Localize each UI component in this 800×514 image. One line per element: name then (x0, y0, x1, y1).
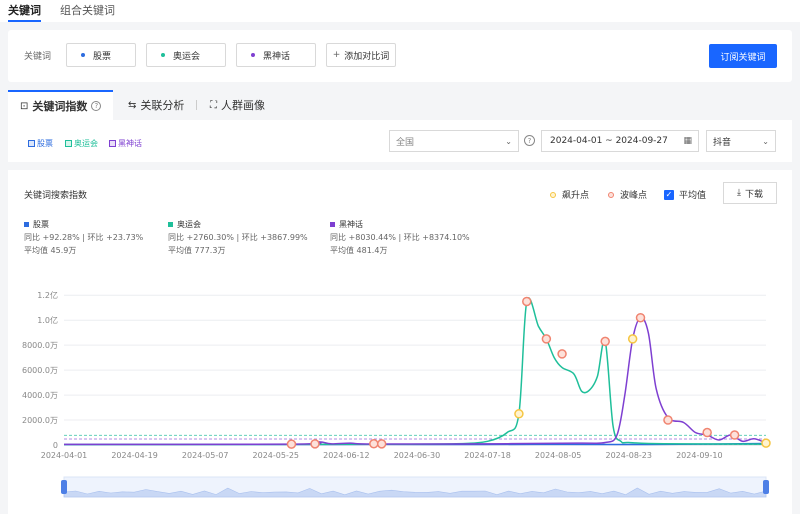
x-tick-label: 2024-08-23 (605, 451, 652, 460)
y-tick-label: 8000.0万 (22, 341, 58, 350)
y-tick-label: 6000.0万 (22, 366, 58, 375)
tab-relation-analysis[interactable]: ⇆ 关联分析 (128, 90, 184, 120)
keyword-chip-blackmyth[interactable]: 黑神话 (236, 43, 316, 67)
peak-point (663, 415, 673, 425)
x-tick-label: 2024-05-07 (182, 451, 229, 460)
legend-blackmyth[interactable]: 黑神话 (109, 138, 142, 149)
relation-icon: ⇆ (128, 99, 137, 111)
x-tick-label: 2024-05-25 (253, 451, 300, 460)
x-tick-label: 2024-04-01 (41, 451, 88, 460)
tab-divider (196, 100, 197, 110)
tab-audience-portrait[interactable]: ⛶ 人群画像 (210, 90, 265, 120)
chart-icon: ⊡ (20, 100, 29, 112)
search-index-line-chart: 0 2000.0万 4000.0万 6000.0万 8000.0万 1.0亿 1.2亿 202… (22, 290, 771, 498)
legend-olympics[interactable]: 奥运会 (65, 138, 98, 149)
legend-square-icon (109, 140, 116, 147)
region-value: 全国 (396, 137, 415, 148)
subscribe-keyword-button[interactable]: 订阅关键词 (709, 44, 777, 68)
analysis-tabs: ⊡ 关键词指数 ? ⇆ 关联分析 ⛶ 人群画像 (8, 90, 792, 120)
tab-label: 关联分析 (140, 99, 185, 112)
index-panel: ⊡ 关键词指数 ? ⇆ 关联分析 ⛶ 人群画像 股票 奥运会 黑神话 全国 ⌄ … (8, 90, 792, 162)
peak-point (286, 439, 297, 449)
tab-keyword[interactable]: 关键词 (8, 2, 41, 22)
question-icon[interactable]: ? (524, 135, 535, 146)
y-tick-label: 4000.0万 (22, 391, 58, 400)
legend-label: 黑神话 (118, 139, 142, 148)
chip-dot-icon (251, 53, 255, 57)
legend-square-icon (65, 140, 72, 147)
y-tick-label: 2000.0万 (22, 416, 58, 425)
peak-point (600, 336, 610, 347)
x-tick-label: 2024-08-05 (535, 451, 582, 460)
legend-square-icon (28, 140, 35, 147)
date-range-value: 2024-04-01 ~ 2024-09-27 (550, 136, 668, 146)
peak-point (635, 312, 646, 323)
peak-point (702, 427, 712, 438)
peak-point (376, 439, 387, 449)
peak-point (369, 439, 379, 449)
calendar-icon: ▦ (683, 136, 692, 146)
tab-label: 关键词指数 (32, 100, 88, 113)
legend-stock[interactable]: 股票 (28, 138, 53, 149)
tab-label: 人群画像 (221, 99, 265, 112)
peak-point (522, 296, 532, 307)
add-compare-label: 添加对比词 (344, 51, 390, 62)
keyword-chip-olympics[interactable]: 奥运会 (146, 43, 226, 67)
y-tick-label: 0 (53, 441, 58, 450)
surge-point (627, 334, 638, 344)
keyword-chip-stock[interactable]: 股票 (66, 43, 136, 67)
chip-label: 股票 (93, 51, 112, 62)
chip-label: 黑神话 (263, 51, 291, 62)
add-compare-keyword-button[interactable]: + 添加对比词 (326, 43, 396, 67)
peak-point (541, 334, 552, 344)
platform-value: 抖音 (713, 137, 732, 148)
chip-dot-icon (161, 53, 165, 57)
tab-combined-keyword[interactable]: 组合关键词 (60, 2, 115, 18)
surge-point (761, 438, 771, 448)
y-tick-label: 1.0亿 (37, 315, 58, 325)
chevron-down-icon: ⌄ (505, 136, 512, 146)
peak-point (729, 430, 740, 440)
search-index-chart-card: 关键词搜索指数 飙升点 波峰点 ✓ 平均值 ⤓ 下载 股票 同比 +92.28%… (8, 170, 792, 514)
x-tick-label: 2024-06-30 (394, 451, 441, 460)
legend-label: 股票 (37, 139, 53, 148)
keyword-label: 关键词 (24, 52, 52, 62)
portrait-icon: ⛶ (210, 99, 217, 111)
chip-dot-icon (81, 53, 85, 57)
top-tabs: 关键词 组合关键词 (0, 0, 800, 22)
peak-point (310, 439, 320, 449)
range-slider-handle[interactable] (763, 480, 769, 494)
date-range-picker[interactable]: 2024-04-01 ~ 2024-09-27 ▦ (541, 130, 699, 152)
surge-point (514, 409, 524, 419)
x-tick-label: 2024-04-19 (111, 451, 158, 460)
keyword-selector-card: 关键词 股票 奥运会 黑神话 + 添加对比词 订阅关键词 (8, 30, 792, 82)
legend-label: 奥运会 (74, 139, 98, 148)
range-slider-handle[interactable] (61, 480, 67, 494)
series-line-黑神话 (63, 316, 767, 446)
x-tick-label: 2024-07-18 (464, 451, 511, 460)
tab-keyword-index[interactable]: ⊡ 关键词指数 ? (8, 90, 113, 120)
platform-select[interactable]: 抖音 ⌄ (706, 130, 776, 152)
peak-point (557, 349, 567, 359)
chevron-down-icon: ⌄ (762, 136, 769, 146)
chip-label: 奥运会 (173, 51, 201, 62)
help-icon[interactable]: ? (91, 101, 102, 111)
y-tick-label: 1.2亿 (37, 290, 58, 300)
plus-icon: + (332, 50, 341, 60)
x-tick-label: 2024-09-10 (676, 451, 723, 460)
x-tick-label: 2024-06-12 (323, 451, 370, 460)
region-select[interactable]: 全国 ⌄ (389, 130, 519, 152)
